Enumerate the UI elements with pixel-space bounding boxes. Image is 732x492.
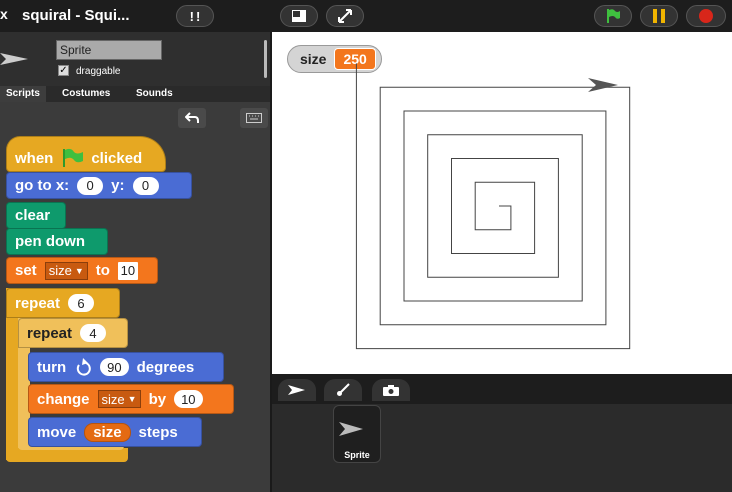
- tab-costumes[interactable]: Costumes: [56, 86, 116, 102]
- pause-button[interactable]: [640, 5, 678, 27]
- change-variable-dropdown[interactable]: size ▼: [97, 390, 141, 408]
- move-block[interactable]: move size steps: [28, 417, 202, 447]
- project-title: squiral - Squi...: [22, 7, 130, 24]
- fullscreen-icon: [338, 9, 352, 23]
- stage-size-icon: [292, 10, 306, 22]
- corral-tab-bar: [272, 374, 732, 404]
- stop-button[interactable]: [686, 5, 726, 27]
- go-to-xy-block[interactable]: go to x: 0 y: 0: [6, 172, 192, 199]
- sprite-icon-label: Sprite: [344, 450, 370, 460]
- undo-icon: [185, 112, 199, 123]
- degrees-label: degrees: [136, 358, 195, 376]
- green-flag-button[interactable]: [594, 5, 632, 27]
- corral-tab-camera[interactable]: [372, 379, 410, 401]
- change-label: change: [37, 390, 90, 408]
- cloud-turbo-icon: !: [189, 8, 194, 24]
- dropdown-arrow-icon: ▼: [127, 394, 137, 404]
- green-flag-icon: [607, 9, 620, 23]
- clear-block[interactable]: clear: [6, 202, 66, 229]
- set-variable-name: size: [48, 263, 72, 278]
- set-variable-block[interactable]: set size ▼ to 10: [6, 257, 158, 284]
- repeat-inner-block[interactable]: repeat 4: [18, 318, 128, 348]
- tab-scripts[interactable]: Scripts: [0, 86, 46, 102]
- pen-down-block[interactable]: pen down: [6, 228, 108, 255]
- green-flag-icon: [63, 148, 84, 167]
- change-variable-name: size: [101, 391, 125, 407]
- pen-trail-drawing: [355, 63, 631, 350]
- repeat-inner-count[interactable]: 4: [80, 324, 107, 342]
- by-label: by: [148, 390, 167, 408]
- move-label: move: [37, 423, 77, 441]
- sprite-thumbnail-icon: [339, 422, 363, 436]
- camera-icon: [383, 385, 399, 396]
- steps-label: steps: [138, 423, 178, 441]
- draggable-checkbox[interactable]: ✓: [58, 65, 69, 76]
- clicked-label: clicked: [91, 149, 143, 167]
- top-bar: x squiral - Squi... !!: [0, 0, 732, 32]
- scripts-pane[interactable]: when clicked go to x: 0 y: 0 clear pen d…: [0, 102, 270, 492]
- turtle-arrow-icon: [288, 385, 305, 395]
- logo-icon[interactable]: x: [0, 6, 8, 22]
- cloud-turbo-button[interactable]: !!: [176, 5, 214, 27]
- to-label: to: [95, 262, 110, 279]
- tab-sounds[interactable]: Sounds: [130, 86, 179, 102]
- clear-label: clear: [15, 207, 51, 224]
- undo-button[interactable]: [178, 108, 206, 128]
- change-variable-block[interactable]: change size ▼ by 10: [28, 384, 234, 414]
- change-value-input[interactable]: 10: [174, 390, 203, 408]
- turn-block[interactable]: turn 90 degrees: [28, 352, 224, 382]
- y-input[interactable]: 0: [132, 176, 159, 195]
- stage-size-button[interactable]: [280, 5, 318, 27]
- pen-down-label: pen down: [15, 233, 85, 250]
- editor-tabs: Scripts Costumes Sounds: [0, 86, 270, 102]
- set-value-input[interactable]: 10: [117, 261, 138, 280]
- keyboard-icon: [246, 113, 262, 123]
- when-label: when: [15, 149, 54, 167]
- repeat-outer-label: repeat: [15, 294, 61, 312]
- turtle-arrow-icon: [588, 78, 618, 92]
- corral-tab-paint[interactable]: [324, 379, 362, 401]
- repeat-outer-bottom: [6, 448, 128, 462]
- sprite-corral[interactable]: Sprite: [272, 404, 732, 492]
- sprite-icon-tile[interactable]: Sprite: [333, 405, 381, 463]
- repeat-outer-block[interactable]: repeat 6: [6, 288, 120, 318]
- pause-icon: [653, 9, 665, 23]
- draggable-label: draggable: [76, 66, 121, 77]
- when-flag-clicked-block[interactable]: when clicked: [6, 136, 166, 172]
- y-label: y:: [111, 177, 125, 194]
- sprite-thumbnail-icon: [0, 53, 28, 65]
- move-size-reporter[interactable]: size: [84, 422, 131, 442]
- x-input[interactable]: 0: [77, 176, 104, 195]
- dropdown-arrow-icon: ▼: [74, 265, 84, 276]
- fullscreen-button[interactable]: [326, 5, 364, 27]
- repeat-inner-label: repeat: [27, 324, 73, 342]
- turn-degrees-input[interactable]: 90: [100, 358, 129, 376]
- turn-clockwise-icon: [76, 358, 91, 376]
- set-variable-dropdown[interactable]: size ▼: [44, 261, 88, 280]
- sprite-name-field[interactable]: [56, 40, 162, 60]
- go-to-label: go to x:: [15, 177, 70, 194]
- paint-brush-icon: [337, 383, 350, 396]
- cloud-turbo-icon-bar: !: [196, 8, 201, 24]
- keyboard-entry-button[interactable]: [240, 108, 268, 128]
- repeat-outer-count[interactable]: 6: [68, 294, 95, 312]
- corner-scroll-handle[interactable]: [264, 40, 267, 78]
- set-label: set: [15, 262, 37, 279]
- stop-icon: [699, 9, 713, 23]
- stage[interactable]: size 250: [272, 32, 732, 374]
- turn-label: turn: [37, 358, 67, 376]
- corral-tab-turtle[interactable]: [278, 379, 316, 401]
